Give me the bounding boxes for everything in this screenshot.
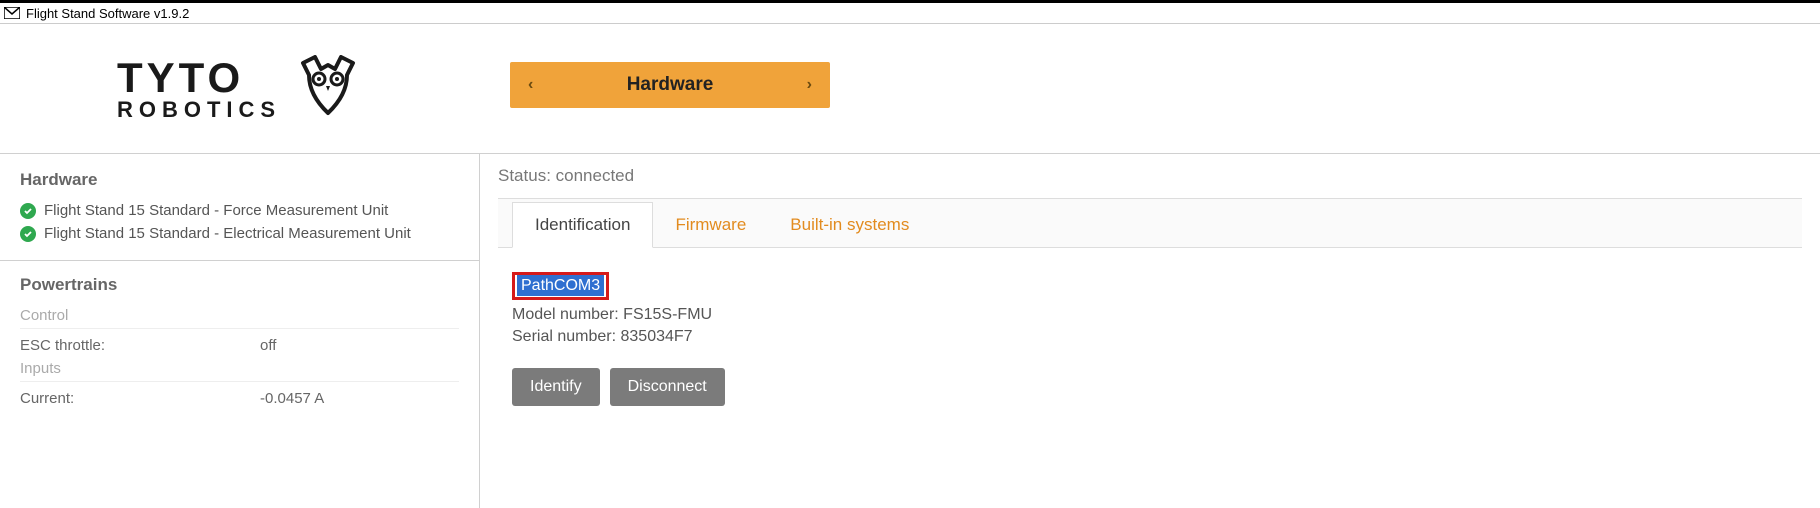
current-value: -0.0457 A [260, 390, 324, 407]
current-row: Current: -0.0457 A [20, 390, 459, 407]
window-titlebar: Flight Stand Software v1.9.2 [0, 0, 1820, 24]
serial-number-value: 835034F7 [621, 328, 693, 345]
check-icon [20, 226, 36, 242]
esc-throttle-value: off [260, 337, 276, 354]
serial-number-line: Serial number: 835034F7 [512, 328, 1788, 346]
check-icon [20, 203, 36, 219]
nav-next-button[interactable]: › [807, 76, 812, 94]
identify-button[interactable]: Identify [512, 368, 600, 406]
logo-text: TYTO ROBOTICS [117, 57, 281, 121]
divider [0, 260, 479, 261]
esc-throttle-row: ESC throttle: off [20, 337, 459, 354]
nav-section-label: Hardware [627, 74, 714, 96]
header: TYTO ROBOTICS ‹ Hardware › [0, 24, 1820, 154]
current-label: Current: [20, 390, 260, 407]
esc-throttle-label: ESC throttle: [20, 337, 260, 354]
tab-firmware[interactable]: Firmware [653, 203, 768, 247]
model-number-value: FS15S-FMU [623, 306, 712, 323]
main-panel: Status: connected Identification Firmwar… [480, 154, 1820, 508]
hardware-item[interactable]: Flight Stand 15 Standard - Electrical Me… [20, 225, 459, 242]
serial-number-label: Serial number: [512, 328, 621, 345]
path-highlight: PathCOM3 [512, 272, 609, 300]
path-label[interactable]: PathCOM3 [517, 275, 604, 296]
sidebar: Hardware Flight Stand 15 Standard - Forc… [0, 154, 480, 508]
model-number-label: Model number: [512, 306, 623, 323]
control-subheading: Control [20, 307, 459, 329]
tab-identification[interactable]: Identification [512, 202, 653, 248]
tab-strip: Identification Firmware Built-in systems [498, 198, 1802, 248]
powertrains-heading: Powertrains [20, 275, 459, 295]
disconnect-button[interactable]: Disconnect [610, 368, 725, 406]
section-nav: ‹ Hardware › [510, 62, 830, 108]
owl-icon [293, 55, 363, 122]
status-line: Status: connected [498, 166, 1802, 186]
inputs-subheading: Inputs [20, 360, 459, 382]
nav-prev-button[interactable]: ‹ [528, 76, 533, 94]
hardware-heading: Hardware [20, 170, 459, 190]
identification-panel: PathCOM3 Model number: FS15S-FMU Serial … [498, 248, 1802, 430]
tab-built-in-systems[interactable]: Built-in systems [768, 203, 931, 247]
button-row: Identify Disconnect [512, 368, 1788, 406]
model-number-line: Model number: FS15S-FMU [512, 306, 1788, 324]
app-icon [4, 6, 20, 20]
hardware-item-label: Flight Stand 15 Standard - Electrical Me… [44, 225, 411, 242]
hardware-item-label: Flight Stand 15 Standard - Force Measure… [44, 202, 388, 219]
hardware-item[interactable]: Flight Stand 15 Standard - Force Measure… [20, 202, 459, 219]
window-title: Flight Stand Software v1.9.2 [26, 6, 189, 21]
logo: TYTO ROBOTICS [0, 55, 480, 122]
